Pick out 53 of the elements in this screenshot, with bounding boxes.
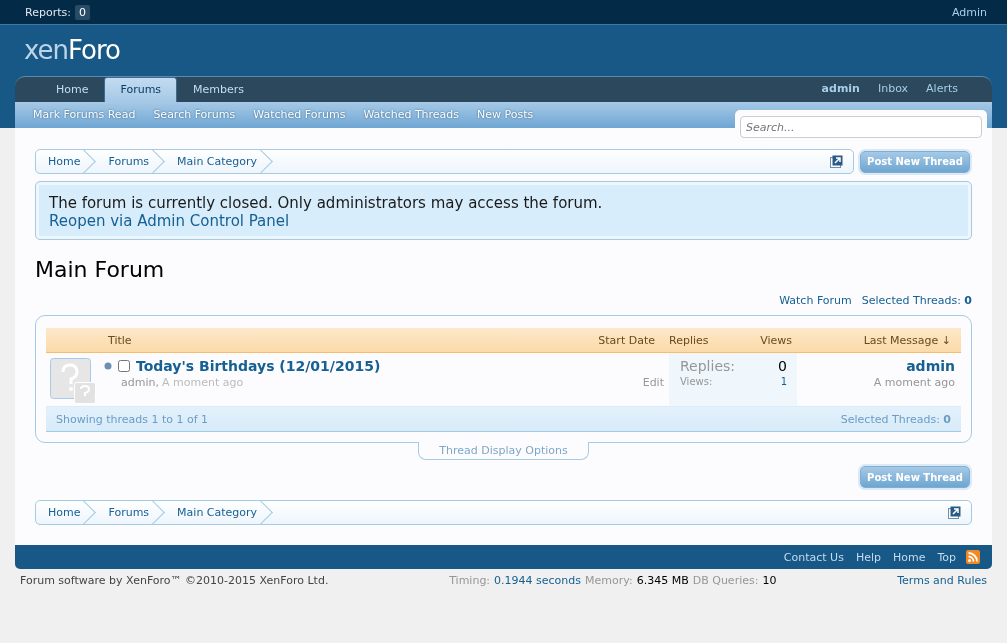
showing-threads-text: Showing threads 1 to 1 of 1 <box>56 412 209 426</box>
debug-label: DB Queries: <box>692 574 759 587</box>
reports-count[interactable]: 0 <box>74 4 90 20</box>
footer-link[interactable]: Help <box>849 550 887 564</box>
account-link[interactable]: Alerts <box>917 77 967 102</box>
column-header[interactable]: Start Date <box>500 333 655 347</box>
breadcrumb-link[interactable]: Forums <box>98 501 168 524</box>
breadcrumb-link[interactable]: Home <box>38 150 99 173</box>
user-link[interactable]: Admin <box>951 5 987 19</box>
views-label: Views: <box>680 376 713 387</box>
unread-dot-icon <box>104 362 112 370</box>
reopen-link[interactable]: Reopen via Admin Control Panel <box>49 212 290 230</box>
column-header[interactable]: Last Message ↓ <box>792 333 961 347</box>
nav-tab[interactable]: Members <box>177 77 261 102</box>
column-header[interactable]: Title <box>46 333 500 347</box>
selected-threads-link[interactable]: Selected Threads: 0 <box>861 294 972 307</box>
account-link[interactable]: Inbox <box>868 77 918 102</box>
copyright-text: Forum software by XenForo™ ©2010-2015 XenForo Ltd. <box>20 574 329 587</box>
debug-value: 0.1944 seconds <box>494 574 582 587</box>
breadcrumb-link[interactable]: Main Category <box>167 501 276 524</box>
views-count: 1 <box>780 376 787 387</box>
column-header[interactable]: Replies <box>655 333 727 347</box>
footer-link[interactable]: Contact Us <box>777 550 850 564</box>
thread-title[interactable]: Today's Birthdays (12/01/2015) <box>136 358 381 374</box>
jump-icon[interactable] <box>830 155 843 168</box>
replies-label: Replies: <box>680 358 735 374</box>
breadcrumb-link[interactable]: Home <box>38 501 99 524</box>
last-poster[interactable]: admin <box>906 358 955 374</box>
watch-forum-link[interactable]: Watch Forum <box>779 294 852 307</box>
search-field[interactable]: Search... <box>740 116 982 138</box>
logo[interactable]: xenForo <box>15 25 992 76</box>
breadcrumb-link[interactable]: Main Category <box>167 150 276 173</box>
terms-link[interactable]: Terms and Rules <box>897 574 987 587</box>
debug-value: 6.345 MB <box>636 574 689 587</box>
debug-label: Timing: <box>449 574 491 587</box>
rss-icon[interactable] <box>966 550 980 564</box>
notice-message: The forum is currently closed. Only administrators may access the forum. <box>49 194 604 212</box>
last-post-time: A moment ago <box>873 376 955 389</box>
thread-checkbox[interactable] <box>118 360 130 372</box>
debug-label: Memory: <box>585 574 633 587</box>
nav-tab[interactable]: Home <box>40 77 105 102</box>
nav-tab[interactable]: Forums <box>104 77 178 102</box>
account-link[interactable]: admin <box>812 77 869 102</box>
thread-start-time: A moment ago <box>161 376 244 389</box>
footer-link[interactable]: Home <box>886 550 932 564</box>
replies-count: 0 <box>778 358 787 374</box>
footer-link[interactable]: Top <box>931 550 962 564</box>
reports-label: Reports: <box>25 5 71 19</box>
column-header[interactable]: Views <box>727 333 792 347</box>
page-title: Main Forum <box>35 257 166 282</box>
breadcrumb-link[interactable]: Forums <box>98 150 168 173</box>
jump-icon[interactable] <box>948 506 961 519</box>
debug-value: 10 <box>762 574 777 587</box>
